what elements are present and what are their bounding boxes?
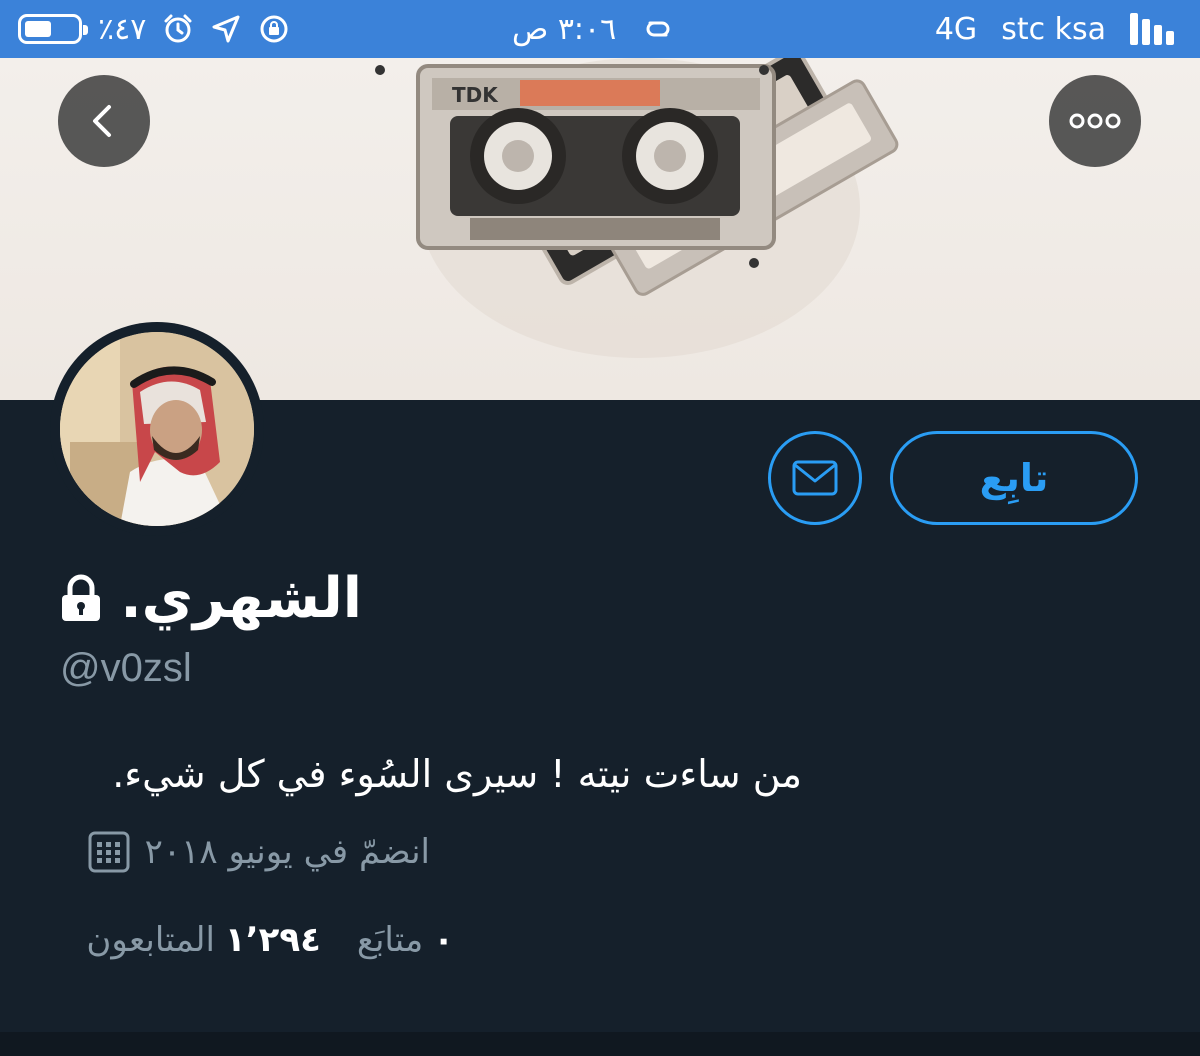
- follow-stats: ١٬٢٩٤ المتابعون ٠ متابَع: [86, 914, 454, 966]
- network-type: 4G: [934, 11, 978, 47]
- calendar-icon: [88, 831, 130, 873]
- followers-count: ١٬٢٩٤: [224, 920, 321, 960]
- join-date-row: انضمّ في يونيو ٢٠١٨: [87, 826, 430, 878]
- status-bar: ٪٤٧ ٣:٠٦ ص 4G stc ksa: [0, 0, 1200, 58]
- name-row: الشهري.: [58, 560, 362, 636]
- followers-stat[interactable]: ١٬٢٩٤ المتابعون: [86, 920, 320, 960]
- more-dots-icon: [1069, 113, 1121, 129]
- location-arrow-icon: [212, 15, 240, 43]
- status-bar-right: 4G stc ksa: [935, 8, 1174, 50]
- user-handle: @v0zsl: [60, 646, 192, 690]
- following-stat[interactable]: ٠ متابَع: [357, 920, 454, 960]
- back-button[interactable]: [58, 75, 150, 167]
- more-options-button[interactable]: [1049, 75, 1141, 167]
- avatar-image: [60, 332, 254, 526]
- followers-label: المتابعون: [86, 920, 215, 960]
- following-label: متابَع: [356, 920, 424, 960]
- envelope-icon: [792, 460, 838, 496]
- status-bar-left: ٪٤٧: [18, 8, 290, 50]
- rotation-lock-icon: [260, 15, 288, 43]
- avatar-photo: [60, 332, 254, 526]
- chevron-left-icon: [93, 105, 111, 137]
- svg-text:TDK: TDK: [452, 83, 499, 107]
- battery-percent: ٪٤٧: [98, 11, 147, 47]
- status-bar-center: ٣:٠٦ ص: [512, 8, 678, 50]
- battery-icon: [18, 14, 88, 44]
- follow-button[interactable]: تابِع: [890, 431, 1138, 525]
- message-button[interactable]: [768, 431, 862, 525]
- personal-hotspot-icon: [646, 21, 670, 37]
- join-date-text: انضمّ في يونيو ٢٠١٨: [144, 832, 430, 872]
- profile-bio: من ساءت نيته ! سيرى السُوء في كل شيء.: [112, 752, 802, 796]
- carrier-name: stc ksa: [1001, 11, 1106, 47]
- alarm-icon: [164, 14, 192, 43]
- following-count: ٠: [433, 920, 454, 960]
- signal-strength-icon: [1130, 13, 1174, 45]
- clock: ٣:٠٦ ص: [512, 11, 617, 47]
- avatar[interactable]: [50, 322, 264, 536]
- bottom-divider: [0, 1032, 1200, 1056]
- display-name: الشهري.: [120, 565, 362, 631]
- lock-icon: [62, 574, 101, 621]
